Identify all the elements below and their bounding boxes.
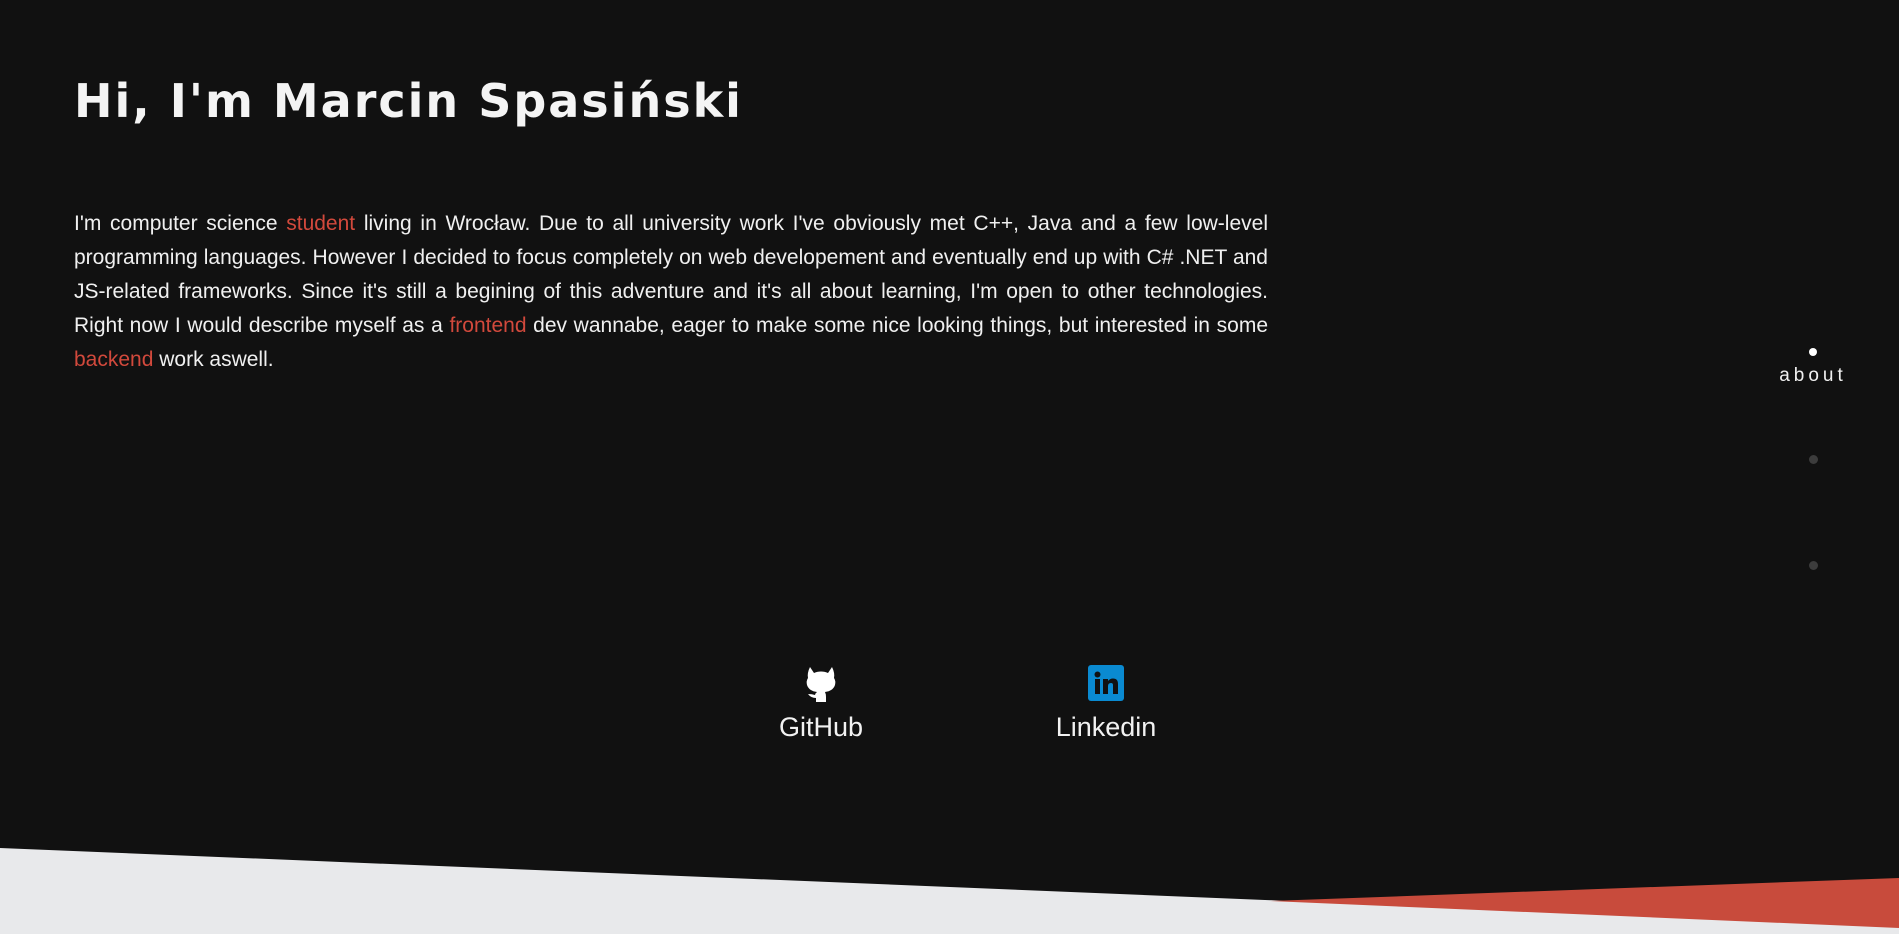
github-icon (806, 667, 836, 702)
linkedin-link[interactable]: Linkedin (1054, 664, 1158, 743)
highlight-frontend: frontend (449, 314, 527, 337)
highlight-student: student (286, 212, 356, 235)
nav-item-2[interactable] (1760, 455, 1866, 464)
bio-paragraph: I'm computer science student living in W… (74, 207, 1268, 377)
linkedin-icon (1088, 665, 1124, 701)
page-title: Hi, I'm Marcin Spasiński (74, 74, 743, 128)
nav-item-3[interactable] (1760, 561, 1866, 570)
page: Hi, I'm Marcin Spasiński I'm computer sc… (0, 0, 1899, 934)
github-link[interactable]: GitHub (779, 664, 863, 743)
highlight-backend: backend (74, 348, 154, 371)
nav-label-about[interactable]: about (1760, 365, 1866, 387)
footer-angled-shape (0, 848, 1899, 934)
bio-text: dev wannabe, eager to make some nice loo… (526, 314, 1268, 337)
nav-dot-active[interactable] (1809, 348, 1817, 356)
bio-text: work aswell. (153, 348, 274, 371)
bio-text: I'm computer science (74, 212, 287, 235)
nav-dot[interactable] (1808, 455, 1818, 464)
linkedin-label[interactable]: Linkedin (1054, 712, 1158, 743)
nav-dot[interactable] (1808, 561, 1818, 570)
github-label[interactable]: GitHub (779, 712, 863, 743)
section-nav: about (1760, 340, 1866, 580)
nav-item-about[interactable]: about (1760, 348, 1866, 387)
